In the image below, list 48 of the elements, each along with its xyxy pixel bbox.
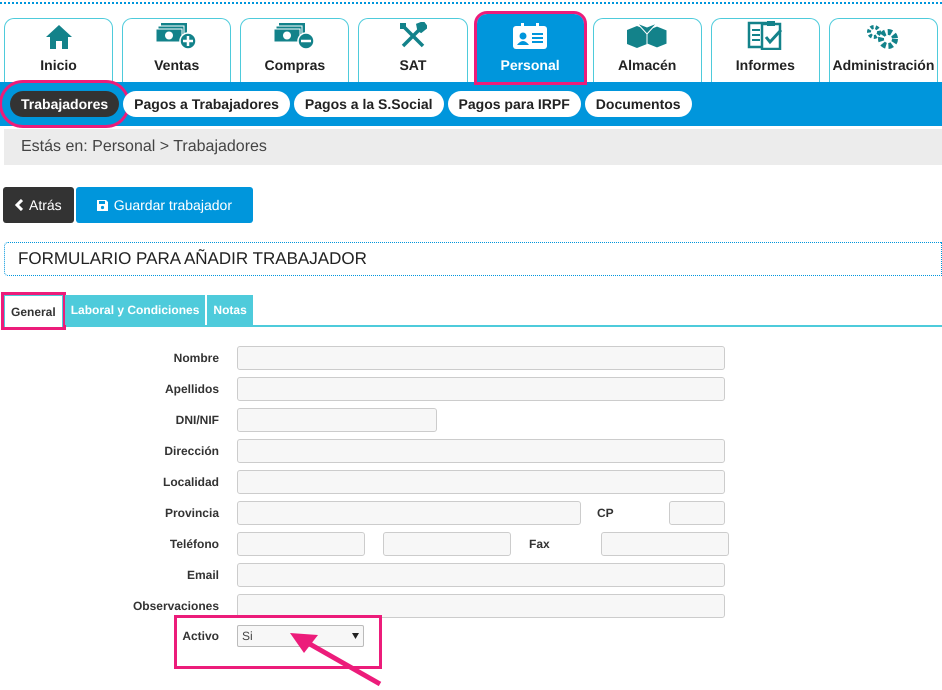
input-field[interactable] <box>237 563 725 587</box>
main-tab[interactable]: Almacén <box>592 18 702 82</box>
boxes-icon <box>625 22 670 50</box>
sub-tab[interactable]: Documentos <box>584 91 692 117</box>
sub-tab[interactable]: Pagos a la S.Social <box>294 91 444 117</box>
input-field[interactable] <box>237 346 725 370</box>
field-label: Observaciones <box>132 598 219 615</box>
breadcrumb: Estás en: Personal > Trabajadores <box>21 137 267 157</box>
main-tab[interactable]: SAT <box>358 18 468 82</box>
input-field[interactable] <box>601 532 729 556</box>
input-field[interactable] <box>237 470 725 494</box>
chevron-left-icon <box>15 199 23 211</box>
sub-tab[interactable]: Pagos a Trabajadores <box>123 91 290 117</box>
input-field[interactable] <box>237 377 725 401</box>
back-button[interactable]: Atrás <box>3 187 74 223</box>
input-field[interactable] <box>669 501 725 525</box>
clipboard-check-icon <box>747 20 784 50</box>
id-card-icon <box>512 22 548 50</box>
dropdown-arrow-icon <box>352 633 359 639</box>
input-field[interactable] <box>237 594 725 618</box>
field-label: Dirección <box>163 443 219 460</box>
form-title: FORMULARIO PARA AÑADIR TRABAJADOR <box>18 248 367 270</box>
field-label: CP <box>597 505 615 522</box>
house-icon <box>44 24 73 50</box>
field-label: Localidad <box>162 474 219 491</box>
dropdown[interactable]: Si <box>237 625 364 647</box>
field-label: Activo <box>181 628 219 645</box>
input-field[interactable] <box>237 501 581 525</box>
field-label: Teléfono <box>168 536 219 553</box>
sub-tab[interactable]: Pagos para IRPF <box>448 91 581 117</box>
input-field[interactable] <box>237 408 437 432</box>
form-tab[interactable]: General <box>4 295 63 327</box>
tools-icon <box>398 22 427 50</box>
field-label: DNI/NIF <box>174 412 219 429</box>
main-tab[interactable]: Compras <box>240 18 350 82</box>
input-field[interactable] <box>383 532 511 556</box>
input-field[interactable] <box>237 439 725 463</box>
input-field[interactable] <box>237 532 365 556</box>
sub-tab[interactable]: Trabajadores <box>10 91 120 117</box>
field-label: Provincia <box>164 505 219 522</box>
main-tab[interactable]: Informes <box>710 18 820 82</box>
main-tab[interactable]: Ventas <box>122 18 232 82</box>
field-label: Nombre <box>172 350 219 367</box>
main-tab[interactable]: Inicio <box>4 18 114 82</box>
field-label: Fax <box>529 536 551 553</box>
field-label: Email <box>186 567 219 584</box>
field-label: Apellidos <box>164 381 219 398</box>
main-tab[interactable]: Administración <box>828 18 938 82</box>
